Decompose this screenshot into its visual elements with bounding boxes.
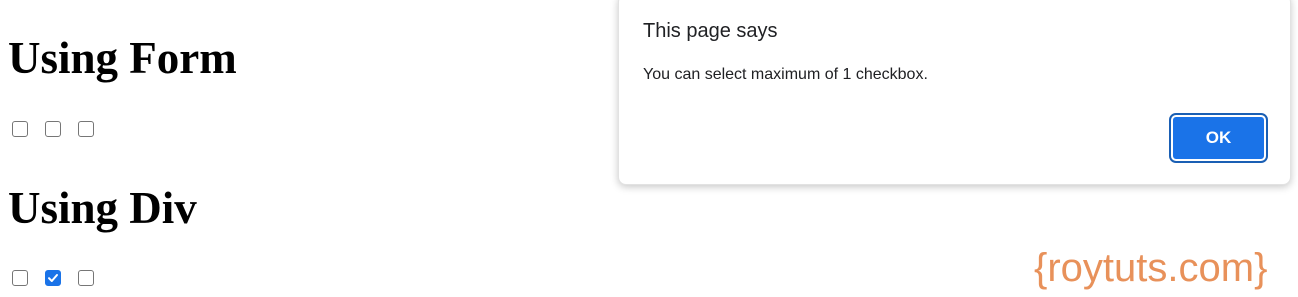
alert-dialog: This page says You can select maximum of… bbox=[618, 0, 1291, 185]
form-checkbox-3[interactable] bbox=[78, 121, 94, 137]
form-checkbox-group bbox=[12, 121, 94, 137]
form-checkbox-1[interactable] bbox=[12, 121, 28, 137]
roytuts-watermark: {roytuts.com} bbox=[1034, 246, 1268, 290]
div-checkbox-group bbox=[12, 270, 94, 286]
heading-using-form: Using Form bbox=[8, 33, 237, 83]
dialog-title: This page says bbox=[643, 20, 778, 42]
ok-button[interactable]: OK bbox=[1169, 113, 1268, 163]
heading-using-div: Using Div bbox=[8, 183, 197, 233]
div-checkbox-2[interactable] bbox=[45, 270, 61, 286]
check-icon bbox=[48, 274, 58, 282]
form-checkbox-2[interactable] bbox=[45, 121, 61, 137]
div-checkbox-1[interactable] bbox=[12, 270, 28, 286]
dialog-message: You can select maximum of 1 checkbox. bbox=[643, 66, 928, 83]
div-checkbox-3[interactable] bbox=[78, 270, 94, 286]
